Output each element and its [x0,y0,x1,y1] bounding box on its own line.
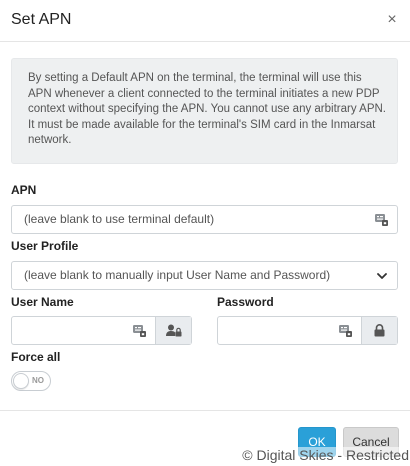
password-input[interactable] [217,316,398,345]
password-keyboard-icon[interactable] [375,213,388,231]
lock-icon [361,317,397,344]
apn-input[interactable]: (leave blank to use terminal default) [11,205,398,234]
apn-placeholder: (leave blank to use terminal default) [24,212,215,226]
apn-label: APN [11,183,37,197]
force-all-toggle[interactable]: NO [11,371,51,391]
toggle-knob [13,373,29,389]
user-name-label: User Name [11,295,74,309]
footer-divider [0,410,410,411]
dialog-title: Set APN [11,11,72,28]
password-keyboard-icon[interactable] [339,324,352,342]
password-label: Password [217,295,274,309]
chevron-down-icon [376,269,388,287]
password-keyboard-icon[interactable] [133,324,146,342]
user-profile-label: User Profile [11,239,79,253]
user-lock-icon [155,317,191,344]
close-button[interactable]: × [386,12,398,28]
force-all-label: Force all [11,350,61,364]
user-profile-select[interactable]: (leave blank to manually input User Name… [11,261,398,290]
dialog-header: Set APN × [0,0,410,42]
toggle-state-text: NO [32,376,44,385]
user-name-input[interactable] [11,316,192,345]
user-profile-selected: (leave blank to manually input User Name… [24,268,331,282]
apn-info-message: By setting a Default APN on the terminal… [11,58,398,164]
restricted-watermark: © Digital Skies - Restricted [241,447,410,463]
